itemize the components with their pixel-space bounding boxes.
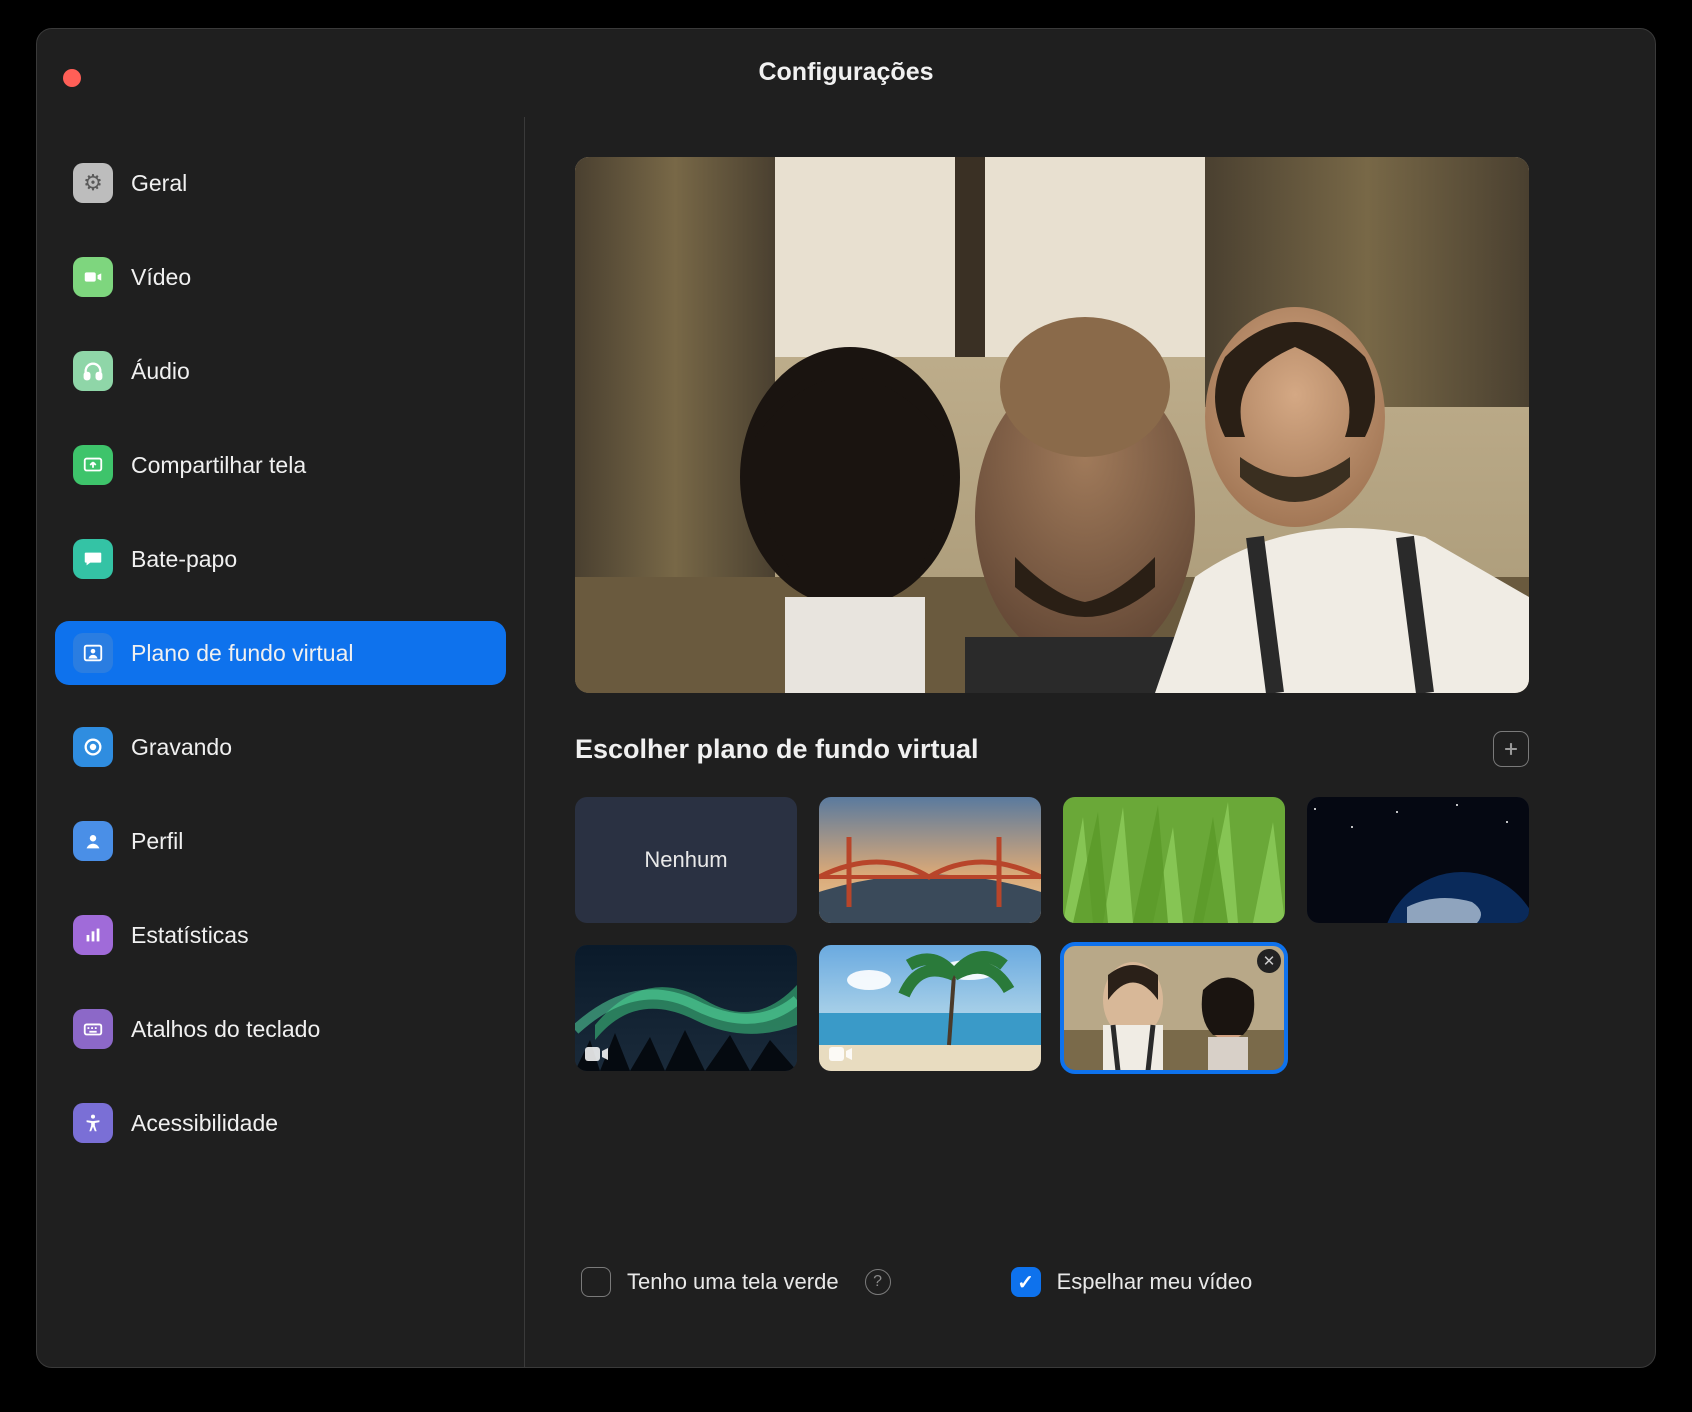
sidebar-item-chat[interactable]: Bate-papo — [55, 527, 506, 591]
mirror-label: Espelhar meu vídeo — [1057, 1269, 1253, 1295]
sidebar-item-audio[interactable]: Áudio — [55, 339, 506, 403]
mirror-checkbox[interactable] — [1011, 1267, 1041, 1297]
headphones-icon — [73, 351, 113, 391]
sidebar-item-label: Perfil — [131, 828, 183, 855]
gear-icon: ⚙ — [73, 163, 113, 203]
sidebar-item-label: Vídeo — [131, 264, 191, 291]
virtual-background-icon — [73, 633, 113, 673]
titlebar: Configurações — [37, 29, 1655, 117]
share-screen-icon — [73, 445, 113, 485]
section-title: Escolher plano de fundo virtual — [575, 734, 979, 765]
close-window-button[interactable] — [63, 69, 81, 87]
sidebar-item-label: Bate-papo — [131, 546, 237, 573]
sidebar-item-recording[interactable]: Gravando — [55, 715, 506, 779]
remove-thumb-button[interactable]: ✕ — [1257, 949, 1281, 973]
bar-chart-icon — [73, 915, 113, 955]
footer-options: Tenho uma tela verde ? Espelhar meu víde… — [575, 1257, 1605, 1337]
sidebar-item-video[interactable]: Vídeo — [55, 245, 506, 309]
sidebar-item-label: Geral — [131, 170, 187, 197]
recording-icon — [73, 727, 113, 767]
sidebar-item-label: Estatísticas — [131, 922, 249, 949]
sidebar-item-general[interactable]: ⚙ Geral — [55, 151, 506, 215]
thumb-none-label: Nenhum — [644, 847, 727, 873]
background-thumbnails: Nenhum — [575, 797, 1529, 1071]
help-icon[interactable]: ? — [865, 1269, 891, 1295]
window-body: ⚙ Geral Vídeo Áudio Compartilhar tel — [37, 117, 1655, 1367]
greenscreen-checkbox[interactable] — [581, 1267, 611, 1297]
video-camera-icon — [73, 257, 113, 297]
thumb-golden-gate[interactable] — [819, 797, 1041, 923]
sidebar-item-virtual-background[interactable]: Plano de fundo virtual — [55, 621, 506, 685]
sidebar-item-keyboard-shortcuts[interactable]: Atalhos do teclado — [55, 997, 506, 1061]
thumb-beach[interactable] — [819, 945, 1041, 1071]
thumb-custom-movie[interactable]: ✕ — [1063, 945, 1285, 1071]
person-icon — [73, 821, 113, 861]
add-background-button[interactable] — [1493, 731, 1529, 767]
settings-window: Configurações ⚙ Geral Vídeo Áudio — [36, 28, 1656, 1368]
thumb-earth-space[interactable] — [1307, 797, 1529, 923]
sidebar-item-statistics[interactable]: Estatísticas — [55, 903, 506, 967]
thumb-grass[interactable] — [1063, 797, 1285, 923]
greenscreen-option: Tenho uma tela verde ? — [581, 1267, 891, 1297]
sidebar-item-label: Compartilhar tela — [131, 452, 306, 479]
sidebar-item-label: Áudio — [131, 358, 190, 385]
sidebar-item-profile[interactable]: Perfil — [55, 809, 506, 873]
thumb-aurora[interactable] — [575, 945, 797, 1071]
section-header: Escolher plano de fundo virtual — [575, 731, 1529, 767]
window-title: Configurações — [758, 58, 933, 87]
sidebar-item-label: Gravando — [131, 734, 232, 761]
sidebar: ⚙ Geral Vídeo Áudio Compartilhar tel — [37, 117, 525, 1367]
sidebar-item-share-screen[interactable]: Compartilhar tela — [55, 433, 506, 497]
mirror-option: Espelhar meu vídeo — [1011, 1267, 1253, 1297]
video-badge-icon — [829, 1045, 853, 1063]
video-badge-icon — [585, 1045, 609, 1063]
video-preview — [575, 157, 1529, 693]
sidebar-item-label: Acessibilidade — [131, 1110, 278, 1137]
accessibility-icon — [73, 1103, 113, 1143]
sidebar-item-accessibility[interactable]: Acessibilidade — [55, 1091, 506, 1155]
greenscreen-label: Tenho uma tela verde — [627, 1269, 839, 1295]
sidebar-item-label: Plano de fundo virtual — [131, 640, 354, 667]
thumb-none[interactable]: Nenhum — [575, 797, 797, 923]
keyboard-icon — [73, 1009, 113, 1049]
sidebar-item-label: Atalhos do teclado — [131, 1016, 320, 1043]
main-panel: Escolher plano de fundo virtual Nenhum — [525, 117, 1655, 1367]
chat-bubble-icon — [73, 539, 113, 579]
